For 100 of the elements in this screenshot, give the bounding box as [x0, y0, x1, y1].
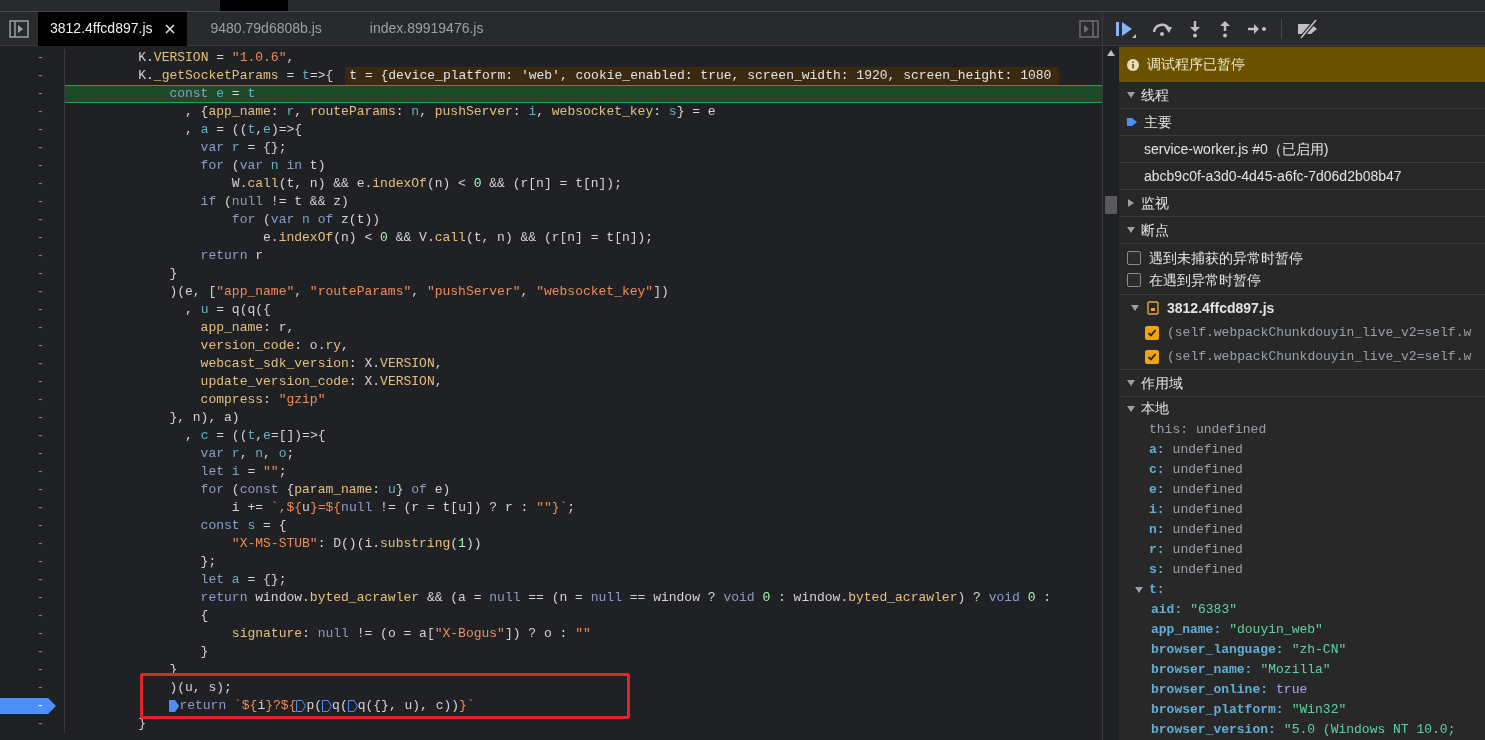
code-line: } [199, 643, 209, 661]
code-line: version_code: o.ry, [199, 337, 349, 355]
code-line: signature: null != (o = a["X-Bogus"]) ? o : "" [230, 625, 591, 643]
current-code-line: const e = t [168, 85, 256, 103]
expanded-arrow-icon[interactable] [1131, 304, 1139, 312]
file-tab[interactable]: index.89919476.js [345, 11, 508, 46]
variable-name: n: [1149, 521, 1165, 540]
variable-name: browser_version: [1151, 721, 1276, 740]
scroll-up-arrow-icon[interactable] [1107, 50, 1115, 56]
info-icon [1127, 58, 1139, 71]
code-line: "X-MS-STUB": D()(i.substring(1)) [230, 535, 482, 553]
section-title: 作用域 [1141, 373, 1183, 393]
code-line: for (const {param_name: u} of e) [199, 481, 451, 499]
code-line: , a = ((t,e)=>{ [184, 121, 303, 139]
code-line: var r, n, o; [199, 445, 295, 463]
variable-value: true [1276, 681, 1308, 700]
expanded-arrow-icon[interactable] [1127, 404, 1135, 413]
line-gutter[interactable]: - [0, 697, 65, 715]
code-line: } [137, 715, 146, 733]
breakpoint-marker-icon[interactable] [322, 700, 333, 712]
code-line: compress: "gzip" [199, 391, 326, 409]
code-line: e.indexOf(n) < 0 && V.call(t, n) && (r[n] = t[n]); [262, 229, 654, 247]
close-icon[interactable] [164, 23, 175, 34]
code-line: return `${i}?${ p( q( q({}, u), c))}` [65, 697, 475, 715]
collapsed-arrow-icon[interactable] [1127, 199, 1135, 207]
checkbox[interactable] [1127, 273, 1141, 287]
deactivate-breakpoints-icon[interactable] [1296, 18, 1320, 39]
variable-value: "Mozilla" [1260, 661, 1331, 680]
file-tab[interactable]: 9480.79d6808b.js [186, 11, 346, 46]
variable-value: undefined [1172, 501, 1243, 520]
expanded-arrow-icon[interactable] [1127, 91, 1135, 99]
code-line: if (null != t && z) [199, 193, 349, 211]
expanded-arrow-icon[interactable] [1127, 226, 1135, 234]
code-line: )(u, s); [168, 679, 232, 697]
expanded-arrow-icon[interactable] [1127, 379, 1135, 387]
code-line: let i = ""; [199, 463, 287, 481]
code-line: app_name: r, [199, 319, 295, 337]
variable-value: undefined [1172, 481, 1243, 500]
variable-name: c: [1149, 461, 1165, 480]
panel-toggle-icon[interactable] [1079, 19, 1099, 38]
breakpoint-code[interactable]: (self.webpackChunkdouyin_live_v2=self.w [1167, 323, 1472, 343]
code-line: )(e, ["app_name", "routeParams", "pushServer", "websocket_key"]) [168, 283, 669, 301]
variable-value: undefined [1196, 421, 1267, 440]
variable-name: s: [1149, 561, 1165, 580]
code-line: W.call(t, n) && e.indexOf(n) < 0 && (r[n] = t[n]); [230, 175, 622, 193]
variable-name: browser_online: [1151, 681, 1269, 700]
code-line: return window.byted_acrawler && (a = null == (n = null == window ? void 0 : window.byted_acrawler) ? void 0 : [199, 589, 1052, 607]
variable-value: undefined [1172, 461, 1243, 480]
breakpoint-gutter-marker-icon[interactable] [0, 698, 56, 714]
checkbox-label[interactable]: 在遇到异常时暂停 [1149, 269, 1261, 291]
breakpoint-marker-icon[interactable] [296, 700, 307, 712]
variable-value: "zh-CN" [1291, 641, 1347, 660]
code-line: var r = {}; [199, 139, 287, 157]
variable-value: "5.0 (Windows NT 10.0; [1283, 721, 1456, 740]
code-line: i += `,${u}=${null != (r = t[u]) ? r : ""}`; [230, 499, 576, 517]
breakpoint-marker-icon[interactable] [169, 700, 180, 712]
checkbox[interactable] [1127, 251, 1141, 265]
code-line: } [168, 265, 178, 283]
scroll-thumb[interactable] [1105, 196, 1117, 214]
code-line: for (var n of z(t)) [230, 211, 381, 229]
variable-value: undefined [1172, 521, 1243, 540]
variable-name: a: [1149, 441, 1165, 460]
breakpoint-marker-icon[interactable] [347, 700, 358, 712]
code-line: K._getSocketParams = t=>{ [137, 67, 334, 85]
paused-message: 调试程序已暂停 [1147, 55, 1245, 74]
scope-group-label[interactable]: 本地 [1141, 398, 1169, 419]
code-line: update_version_code: X.VERSION, [199, 373, 443, 391]
inline-value: t = {device_platform: 'web', cookie_enabled: true, screen_width: 1920, screen_height: 1080 [345, 67, 1060, 85]
section-title: 线程 [1141, 85, 1169, 105]
thread-item[interactable]: service-worker.js #0（已启用) [1119, 136, 1485, 163]
variable-name: i: [1149, 501, 1165, 520]
variable-name: r: [1149, 541, 1165, 560]
variable-name: e: [1149, 481, 1165, 500]
current-thread-arrow-icon [1127, 116, 1137, 128]
variable-name: t: [1149, 581, 1165, 600]
expanded-arrow-icon[interactable] [1135, 586, 1143, 594]
step-icon[interactable] [1247, 21, 1267, 36]
variable-value: "douyin_web" [1229, 621, 1323, 640]
section-title: 监视 [1141, 193, 1169, 213]
breakpoint-code[interactable]: (self.webpackChunkdouyin_live_v2=self.w [1167, 347, 1472, 367]
scrollbar[interactable] [1103, 46, 1119, 740]
code-line: { [199, 607, 209, 625]
resume-icon[interactable] [1115, 19, 1137, 38]
file-tab[interactable]: 3812.4ffcd897.js [38, 11, 187, 46]
variable-value: "Win32" [1291, 701, 1347, 720]
variable-name: browser_platform: [1151, 701, 1284, 720]
line-gutter[interactable]: - [0, 85, 65, 103]
thread-item[interactable]: 主要 [1119, 109, 1485, 136]
code-line: , u = q(q({ [184, 301, 271, 319]
sidebar-toggle-icon[interactable] [9, 19, 29, 38]
variable-value: "6383" [1190, 601, 1238, 620]
code-line: return r [199, 247, 264, 265]
file-name[interactable]: 3812.4ffcd897.js [1167, 297, 1275, 319]
code-line: for (var n in t) [199, 157, 326, 175]
code-line: , c = ((t,e=[])=>{ [184, 427, 326, 445]
checkbox[interactable] [1145, 350, 1159, 364]
checkbox-label[interactable]: 遇到未捕获的异常时暂停 [1149, 247, 1303, 269]
variable-name: app_name: [1151, 621, 1222, 640]
checkbox[interactable] [1145, 326, 1159, 340]
variable-value: undefined [1172, 441, 1243, 460]
